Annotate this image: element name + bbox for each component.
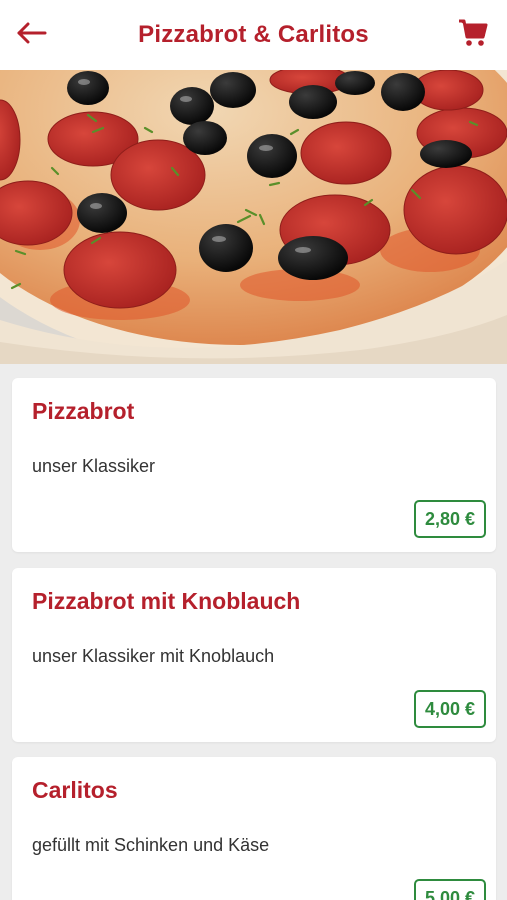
menu-item-card[interactable]: Pizzabrot mit Knoblauch unser Klassiker … bbox=[12, 568, 496, 742]
shopping-cart-icon bbox=[458, 18, 488, 53]
hero-pizza-image bbox=[0, 70, 507, 364]
back-button[interactable] bbox=[12, 17, 52, 53]
page-title: Pizzabrot & Carlitos bbox=[138, 21, 369, 48]
top-bar: Pizzabrot & Carlitos bbox=[0, 0, 507, 70]
item-description: gefüllt mit Schinken und Käse bbox=[32, 835, 270, 855]
menu-item-card[interactable]: Pizzabrot unser Klassiker 2,80 € bbox=[12, 378, 496, 552]
price-button[interactable]: 5,00 € bbox=[414, 879, 486, 900]
cart-button[interactable] bbox=[455, 17, 491, 53]
price-button[interactable]: 4,00 € bbox=[414, 690, 486, 728]
item-name: Carlitos bbox=[32, 777, 118, 803]
arrow-left-icon bbox=[17, 22, 47, 49]
item-name: Pizzabrot bbox=[32, 398, 135, 424]
app-screen: Pizzabrot & Carlitos Pizzabrot unser Kla… bbox=[0, 0, 507, 900]
item-description: unser Klassiker bbox=[32, 456, 156, 476]
menu-item-card[interactable]: Carlitos gefüllt mit Schinken und Käse 5… bbox=[12, 757, 496, 900]
item-name: Pizzabrot mit Knoblauch bbox=[32, 588, 301, 614]
item-description: unser Klassiker mit Knoblauch bbox=[32, 646, 275, 666]
price-button[interactable]: 2,80 € bbox=[414, 500, 486, 538]
